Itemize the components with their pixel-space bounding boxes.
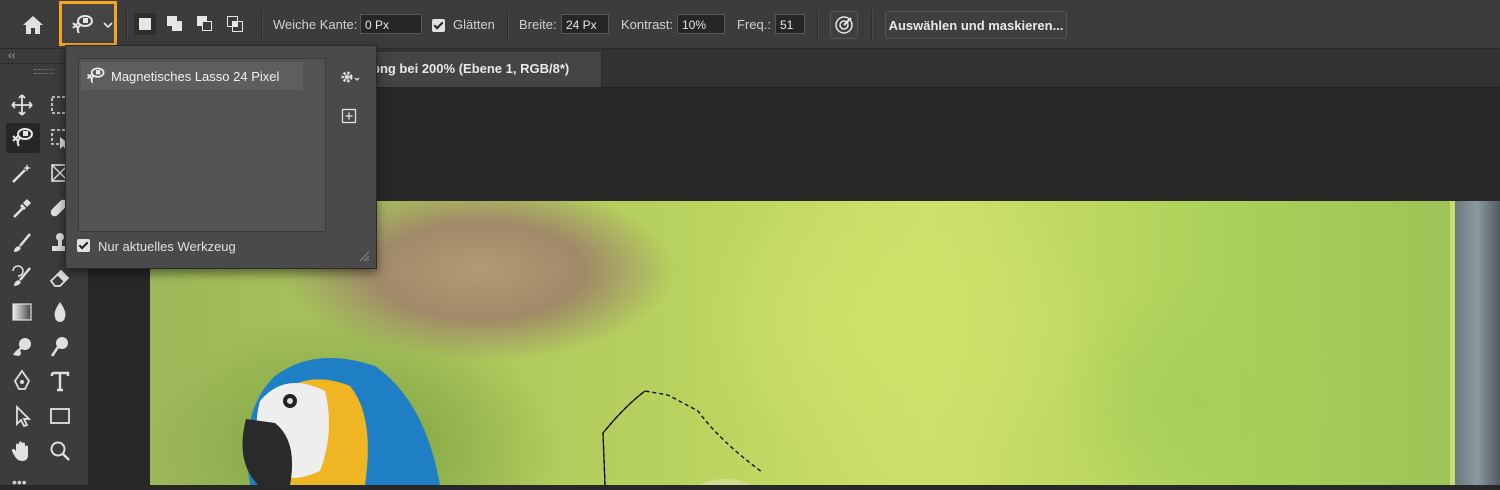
chevron-down-icon [103,22,113,29]
collapse-toggle[interactable]: ‹‹ [8,50,15,62]
move-icon [11,94,33,116]
new-preset-icon [341,108,357,124]
preset-list: Magnetisches Lasso 24 Pixel [78,58,326,232]
home-icon [23,16,43,34]
smooth-checkbox[interactable] [432,19,445,32]
dodge-icon [13,338,31,356]
history-brush-icon [12,265,31,286]
document-tab[interactable]: png bei 200% (Ebene 1, RGB/8*) [365,52,602,87]
new-selection-button[interactable] [134,13,156,35]
magic-wand-tool[interactable] [8,159,36,187]
pen-pressure-button[interactable] [830,11,858,39]
burn-tool[interactable] [46,333,74,361]
brush-icon [14,233,31,252]
preset-item[interactable]: Magnetisches Lasso 24 Pixel [81,62,303,90]
pen-icon [13,369,31,390]
magnetic-lasso-icon [72,15,93,34]
frequency-input[interactable]: 51 [775,14,805,34]
magnetic-lasso-tool[interactable] [6,123,40,153]
feather-input[interactable]: 0 Px [360,14,422,34]
gradient-icon [12,303,32,321]
frequency-label: Freq.: [737,17,771,32]
gradient-tool[interactable] [8,298,36,326]
type-icon [50,371,70,392]
new-preset-button[interactable] [341,108,357,124]
select-and-mask-button[interactable]: Auswählen und maskieren... [885,11,1067,39]
feather-label: Weiche Kante: [273,17,358,32]
pen-tool[interactable] [8,367,36,395]
path-selection-icon [16,404,32,428]
history-brush-tool[interactable] [8,263,36,291]
pen-pressure-icon [835,16,853,34]
move-tool[interactable] [8,91,36,119]
path-selection-tool[interactable] [8,402,36,430]
width-label: Breite: [519,17,557,32]
preset-item-label: Magnetisches Lasso 24 Pixel [111,69,280,84]
brush-tool[interactable] [8,229,36,257]
current-tool-only-label: Nur aktuelles Werkzeug [98,239,236,254]
eyedropper-icon [13,199,31,218]
blur-icon [54,302,66,322]
dodge-tool[interactable] [8,333,36,361]
preset-settings-button[interactable] [338,66,362,88]
add-to-selection-button[interactable] [164,13,186,35]
contrast-label: Kontrast: [621,17,674,32]
home-button[interactable] [18,12,48,38]
smooth-label: Glätten [453,17,495,32]
eyedropper-tool[interactable] [8,194,36,222]
zoom-icon [50,441,70,461]
intersect-selection-button[interactable] [224,13,246,35]
rectangle-icon [50,408,70,424]
current-tool-only-checkbox[interactable] [77,239,90,252]
hand-icon [11,441,28,461]
magnetic-lasso-icon [12,128,33,147]
blur-tool[interactable] [46,298,74,326]
rectangle-tool[interactable] [46,402,74,430]
zoom-tool[interactable] [46,437,74,465]
canvas-right-background [1455,201,1500,485]
width-input[interactable]: 24 Px [561,14,609,34]
gear-icon [341,71,360,83]
magnetic-lasso-icon [86,67,105,84]
type-tool[interactable] [46,367,74,395]
tool-preset-popup: Magnetisches Lasso 24 Pixel Nur aktuelle… [65,45,377,269]
magic-wand-icon [12,164,31,183]
resize-grip-icon[interactable] [358,250,370,262]
new-selection-icon [139,18,151,30]
subtract-from-selection-button[interactable] [194,13,216,35]
tool-preset-picker-button[interactable] [59,1,117,46]
options-bar: Weiche Kante: 0 Px Glätten Breite: 24 Px… [0,0,1500,49]
burn-icon [50,337,68,357]
contrast-input[interactable]: 10% [677,14,725,34]
document-tab-title: png bei 200% (Ebene 1, RGB/8*) [372,61,570,76]
hand-tool[interactable] [8,437,36,465]
